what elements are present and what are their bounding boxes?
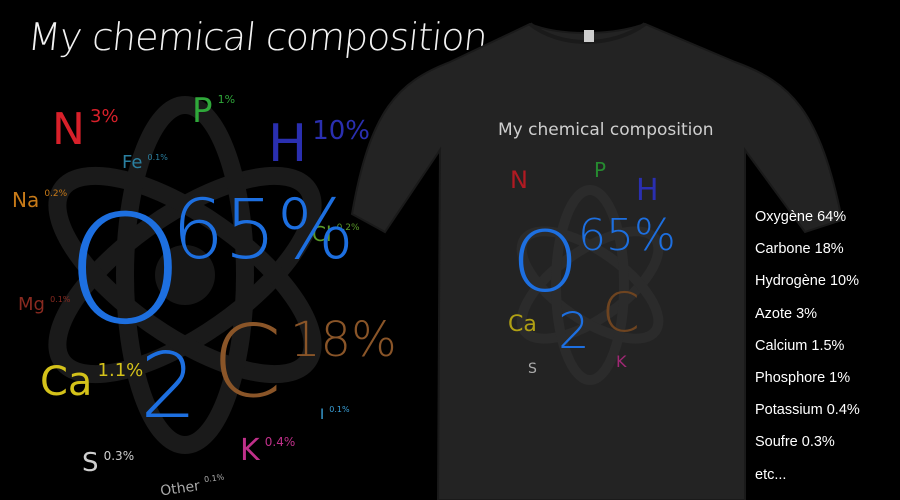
composition-legend: Oxygène 64% Carbone 18% Hydrogène 10% Az… <box>755 208 895 498</box>
legend-item: Phosphore 1% <box>755 369 851 386</box>
tshirt-print-title: My chemical composition <box>498 120 714 140</box>
legend-item: Carbone 18% <box>755 241 844 258</box>
legend-item: Soufre 0.3% <box>755 434 835 451</box>
tshirt-print-n: N <box>510 166 528 194</box>
legend-item: etc... <box>755 466 787 483</box>
tshirt-print-o: O <box>512 213 579 311</box>
tshirt-print-p: P <box>594 158 607 182</box>
tshirt-print-o-value: 65% <box>578 210 676 261</box>
tshirt-print-c: C <box>602 281 640 344</box>
tshirt-print-ca: Ca <box>508 312 537 337</box>
legend-item: Oxygène 64% <box>755 209 847 225</box>
legend-item: Hydrogène 10% <box>755 273 859 290</box>
legend-item: Azote 3% <box>755 305 818 322</box>
tshirt-print-h: H <box>636 173 659 208</box>
tshirt-print-s: S <box>528 361 537 377</box>
tshirt-print-two: 2 <box>558 302 590 360</box>
legend-item: Potassium 0.4% <box>755 402 860 419</box>
tshirt-print-k: K <box>616 352 627 371</box>
image-canvas: My chemical composition N 3% P 1% H 10% … <box>0 0 900 500</box>
legend-item: Calcium 1.5% <box>755 337 845 354</box>
